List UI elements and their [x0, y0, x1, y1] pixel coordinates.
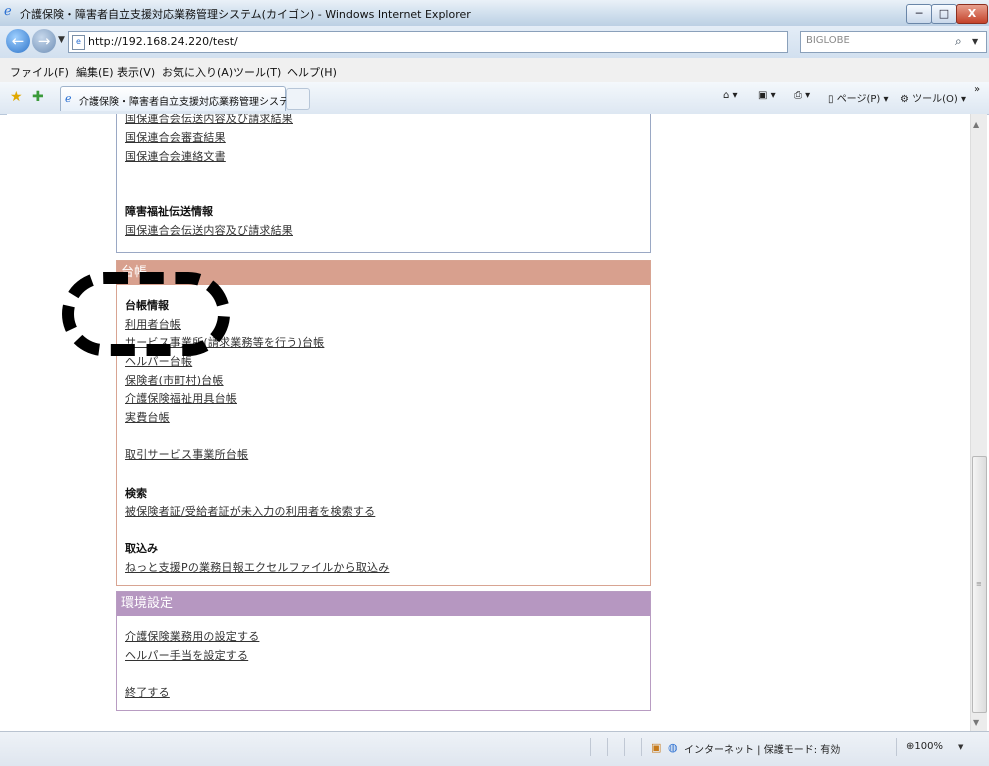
tools-menu-label: ツール(O): [912, 94, 958, 105]
link-insurer-ledger[interactable]: 保険者(市町村)台帳: [125, 372, 224, 388]
section-disability-transmission: 障害福祉伝送情報: [125, 205, 213, 218]
status-divider: [896, 738, 897, 756]
environment-panel: 環境設定 介護保険業務用の設定する ヘルパー手当を設定する 終了する: [116, 591, 651, 711]
tab-page-icon: ℯ: [65, 92, 72, 105]
vertical-scrollbar[interactable]: ▲ ≡ ▼: [970, 114, 987, 731]
link-disability-transmission-results[interactable]: 国保連合会伝送内容及び請求結果: [125, 222, 293, 238]
menu-view[interactable]: 表示(V): [117, 64, 155, 80]
window-title: 介護保険・障害者自立支援対応業務管理システム(カイゴン) - Windows I…: [20, 8, 471, 21]
forward-button[interactable]: →: [32, 29, 56, 53]
scroll-thumb[interactable]: ≡: [972, 456, 987, 713]
more-commands-icon[interactable]: »: [974, 84, 980, 95]
close-button[interactable]: X: [956, 4, 988, 24]
link-review-results[interactable]: 国保連合会審査結果: [125, 129, 226, 145]
menu-tools[interactable]: ツール(T): [233, 64, 281, 80]
add-favorites-icon[interactable]: ✚: [32, 89, 44, 105]
search-placeholder: BIGLOBE: [806, 35, 850, 46]
page-menu-label: ページ(P): [836, 94, 881, 105]
favorites-star-icon[interactable]: ★: [10, 89, 23, 105]
link-actual-cost-ledger[interactable]: 実費台帳: [125, 409, 170, 425]
print-icon[interactable]: ⎙ ▾: [794, 90, 810, 101]
link-helper-allowance[interactable]: ヘルパー手当を設定する: [125, 647, 248, 663]
menu-edit[interactable]: 編集(E): [76, 64, 114, 80]
zoom-value: 100%: [914, 741, 943, 752]
status-divider: [607, 738, 608, 756]
status-divider: [641, 738, 642, 756]
new-tab-button[interactable]: [286, 88, 310, 110]
favorites-bar: ★ ✚ ℯ 介護保険・障害者自立支援対応業務管理システ... ⌂ ▾ ▣ ▾ ⎙…: [0, 82, 989, 115]
link-exit[interactable]: 終了する: [125, 684, 170, 700]
back-button[interactable]: ←: [6, 29, 30, 53]
zoom-level[interactable]: ⊕100%: [906, 741, 943, 752]
menu-file[interactable]: ファイル(F): [10, 64, 69, 80]
scroll-down-icon[interactable]: ▼: [973, 718, 979, 727]
status-divider: [590, 738, 591, 756]
transmission-panel: 国保連合会伝送内容及び請求結果 国保連合会審査結果 国保連合会連絡文書 障害福祉…: [116, 114, 651, 253]
tab-label: 介護保険・障害者自立支援対応業務管理システ...: [79, 97, 299, 108]
feeds-icon[interactable]: ▣ ▾: [758, 90, 776, 101]
section-import: 取込み: [125, 542, 158, 555]
link-contact-docs[interactable]: 国保連合会連絡文書: [125, 148, 226, 164]
page-menu-button[interactable]: ▯ ページ(P) ▾: [828, 90, 889, 105]
status-bar: ▣ ◍ インターネット | 保護モード: 有効 ⊕100% ▼: [0, 731, 989, 766]
maximize-button[interactable]: □: [931, 4, 957, 24]
link-welfare-equipment-ledger[interactable]: 介護保険福祉用具台帳: [125, 390, 237, 406]
ie-logo-icon: ℯ: [4, 4, 12, 19]
page-icon: e: [72, 35, 85, 50]
home-icon[interactable]: ⌂ ▾: [723, 90, 738, 101]
tools-menu-button[interactable]: ⚙ ツール(O) ▾: [900, 90, 966, 105]
link-trade-office-ledger[interactable]: 取引サービス事業所台帳: [125, 446, 248, 462]
environment-header: 環境設定: [117, 592, 650, 616]
menu-favorites[interactable]: お気に入り(A): [162, 64, 233, 80]
security-zone-text[interactable]: インターネット | 保護モード: 有効: [684, 741, 840, 756]
dashed-highlight-ring: [62, 272, 230, 356]
internet-globe-icon: ◍: [668, 741, 678, 754]
search-icon[interactable]: ⌕: [955, 34, 962, 49]
page-content: 国保連合会伝送内容及び請求結果 国保連合会審査結果 国保連合会連絡文書 障害福祉…: [7, 114, 970, 731]
status-divider: [624, 738, 625, 756]
section-search: 検索: [125, 487, 147, 500]
tab-active[interactable]: ℯ 介護保険・障害者自立支援対応業務管理システ...: [60, 86, 299, 111]
menu-help[interactable]: ヘルプ(H): [287, 64, 337, 80]
url-text[interactable]: http://192.168.24.220/test/: [88, 35, 238, 48]
menu-bar: ファイル(F) 編集(E) 表示(V) お気に入り(A) ツール(T) ヘルプ(…: [0, 58, 989, 83]
search-dropdown-icon[interactable]: ▼: [972, 37, 978, 46]
zoom-dropdown-icon[interactable]: ▼: [958, 743, 963, 751]
history-dropdown-icon[interactable]: ▼: [58, 35, 65, 45]
scroll-grip-icon: ≡: [976, 580, 982, 588]
address-bar: ← → ▼ e http://192.168.24.220/test/ ▼ ⟳ …: [0, 26, 989, 58]
link-search-missing-cert[interactable]: 被保険者証/受給者証が未入力の利用者を検索する: [125, 503, 375, 519]
link-insurance-settings[interactable]: 介護保険業務用の設定する: [125, 628, 259, 644]
link-import-excel[interactable]: ねっと支援Pの業務日報エクセルファイルから取込み: [125, 559, 389, 575]
title-bar: ℯ 介護保険・障害者自立支援対応業務管理システム(カイゴン) - Windows…: [0, 0, 989, 27]
url-input[interactable]: e http://192.168.24.220/test/ ▼ ⟳ ✕: [68, 31, 861, 53]
link-transmission-results[interactable]: 国保連合会伝送内容及び請求結果: [125, 114, 293, 126]
scroll-up-icon[interactable]: ▲: [973, 120, 979, 129]
search-input[interactable]: BIGLOBE ⌕ ▼: [800, 31, 987, 53]
minimize-button[interactable]: ─: [906, 4, 932, 24]
protected-mode-icon: ▣: [651, 741, 662, 754]
